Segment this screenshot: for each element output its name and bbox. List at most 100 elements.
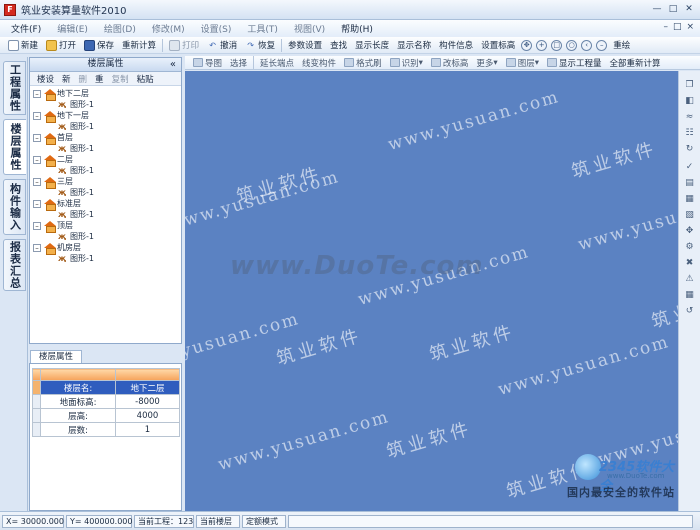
component-info-button[interactable]: 构件信息 <box>435 38 477 53</box>
minimize-icon[interactable]: — <box>650 3 664 16</box>
join-icon[interactable]: ▧ <box>683 209 696 221</box>
move-icon[interactable]: ✥ <box>683 225 696 237</box>
format-painter-button[interactable]: 格式刷 <box>340 56 386 69</box>
mirror-icon[interactable]: ◧ <box>683 95 696 107</box>
row-header[interactable] <box>32 422 41 437</box>
collapse-panel-icon[interactable]: « <box>170 58 176 71</box>
tree-floor[interactable]: – 首层 <box>33 132 181 145</box>
tree-shape[interactable]: җ 图形-1 <box>33 253 181 264</box>
table-row[interactable]: 层高: 4000 <box>32 408 180 423</box>
array-icon[interactable]: ☷ <box>683 127 696 139</box>
warning-icon[interactable]: ⚠ <box>683 273 696 285</box>
mdi-minimize-icon[interactable]: – <box>663 22 668 32</box>
tree-floor[interactable]: – 地下一层 <box>33 110 181 123</box>
show-length-button[interactable]: 显示长度 <box>351 38 393 53</box>
tab-floor-props[interactable]: 楼层属性 <box>3 119 26 175</box>
tree-shape[interactable]: җ 图形-1 <box>33 121 181 132</box>
break-icon[interactable]: ▦ <box>683 193 696 205</box>
table-row[interactable]: 楼层名: 地下二层 <box>32 380 180 395</box>
menu-edit[interactable]: 编辑(E) <box>50 22 97 35</box>
collapse-icon[interactable]: – <box>33 155 41 164</box>
row-header[interactable] <box>32 408 41 423</box>
import-drawing-button[interactable]: 导图 <box>189 56 226 69</box>
tree-floor[interactable]: – 三层 <box>33 176 181 189</box>
collapse-icon[interactable]: – <box>33 221 41 230</box>
table-row[interactable]: 层数: 1 <box>32 422 180 437</box>
zoom-all-icon[interactable]: ○ <box>566 39 578 51</box>
extend-endpoint-button[interactable]: 延长端点 <box>256 56 298 69</box>
tab-project-props[interactable]: 工程属性 <box>3 61 26 115</box>
trim-icon[interactable]: ✓ <box>683 161 696 173</box>
tree-floor[interactable]: – 地下二层 <box>33 88 181 101</box>
floor-delete-button[interactable]: 删 <box>75 73 92 85</box>
prop-value[interactable]: 1 <box>115 422 180 437</box>
collapse-icon[interactable]: – <box>33 243 41 252</box>
tree-floor[interactable]: – 顶层 <box>33 220 181 233</box>
floor-copy-button[interactable]: 复制 <box>108 73 133 85</box>
tab-component-input[interactable]: 构件输入 <box>3 179 26 235</box>
more-button[interactable]: 更多 ▾ <box>472 56 501 69</box>
recalc-all-button[interactable]: 全部重新计算 <box>606 56 665 69</box>
refresh-icon[interactable]: ↺ <box>683 305 696 317</box>
offset-icon[interactable]: ≈ <box>683 111 696 123</box>
grid-icon[interactable]: ▦ <box>683 289 696 301</box>
redo-button[interactable]: ↷ 恢复 <box>241 38 279 53</box>
floor-rename-button[interactable]: 重 <box>91 73 108 85</box>
scale-icon[interactable]: ⚙ <box>683 241 696 253</box>
select-button[interactable]: 选择 <box>226 56 251 69</box>
prop-value[interactable]: -8000 <box>115 394 180 409</box>
collapse-icon[interactable]: – <box>33 177 41 186</box>
open-button[interactable]: 打开 <box>42 38 80 53</box>
tree-shape[interactable]: җ 图形-1 <box>33 231 181 242</box>
menu-modify[interactable]: 修改(M) <box>145 22 194 35</box>
undo-button[interactable]: ↶ 撤消 <box>203 38 241 53</box>
collapse-icon[interactable]: – <box>33 89 41 98</box>
collapse-icon[interactable]: – <box>33 111 41 120</box>
floor-setup-button[interactable]: 楼设 <box>33 73 58 85</box>
set-elevation-button[interactable]: 设置标高 <box>477 38 519 53</box>
change-elevation-button[interactable]: 改标高 <box>427 56 473 69</box>
menu-help[interactable]: 帮助(H) <box>334 22 382 35</box>
menu-view[interactable]: 视图(V) <box>287 22 334 35</box>
rotate-icon[interactable]: ↻ <box>683 143 696 155</box>
collapse-icon[interactable]: – <box>33 199 41 208</box>
menu-file[interactable]: 文件(F) <box>4 22 50 35</box>
tree-shape[interactable]: җ 图形-1 <box>33 187 181 198</box>
param-settings-button[interactable]: 参数设置 <box>284 38 326 53</box>
tab-report-summary[interactable]: 报表汇总 <box>3 239 26 291</box>
zoom-in-icon[interactable]: + <box>536 39 548 51</box>
mdi-restore-icon[interactable]: □ <box>673 22 682 32</box>
close-icon[interactable]: ✕ <box>682 3 696 16</box>
tree-floor[interactable]: – 二层 <box>33 154 181 167</box>
layer-button[interactable]: 图层 ▾ <box>502 56 543 69</box>
pan-icon[interactable]: ✥ <box>521 39 533 51</box>
show-quantity-button[interactable]: 显示工程量 <box>543 56 606 69</box>
extend-icon[interactable]: ▤ <box>683 177 696 189</box>
tree-floor[interactable]: – 机房层 <box>33 242 181 255</box>
find-button[interactable]: 查找 <box>326 38 351 53</box>
redraw-button[interactable]: 重绘 <box>609 38 634 53</box>
prop-value[interactable]: 地下二层 <box>115 380 180 395</box>
tree-shape[interactable]: җ 图形-1 <box>33 99 181 110</box>
save-button[interactable]: 保存 <box>80 38 118 53</box>
recalc-button[interactable]: 重新计算 <box>118 38 160 53</box>
line-to-component-button[interactable]: 线变构件 <box>298 56 340 69</box>
zoom-out-icon[interactable]: – <box>596 39 608 51</box>
delete-icon[interactable]: ✖ <box>683 257 696 269</box>
floor-new-button[interactable]: 新 <box>58 73 75 85</box>
tree-shape[interactable]: җ 图形-1 <box>33 165 181 176</box>
recognize-button[interactable]: 识别 ▾ <box>386 56 427 69</box>
floor-paste-button[interactable]: 粘贴 <box>133 73 158 85</box>
floor-props-tab[interactable]: 楼层属性 <box>30 350 83 363</box>
menu-tools[interactable]: 工具(T) <box>240 22 287 35</box>
tree-shape[interactable]: җ 图形-1 <box>33 143 181 154</box>
row-header[interactable] <box>32 394 41 409</box>
copy-icon[interactable]: ❐ <box>683 79 696 91</box>
menu-settings[interactable]: 设置(S) <box>194 22 241 35</box>
new-button[interactable]: 新建 <box>4 38 42 53</box>
row-header[interactable] <box>32 380 41 395</box>
tree-shape[interactable]: җ 图形-1 <box>33 209 181 220</box>
tree-floor[interactable]: – 标准层 <box>33 198 181 211</box>
prop-value[interactable]: 4000 <box>115 408 180 423</box>
maximize-icon[interactable]: □ <box>666 3 680 16</box>
